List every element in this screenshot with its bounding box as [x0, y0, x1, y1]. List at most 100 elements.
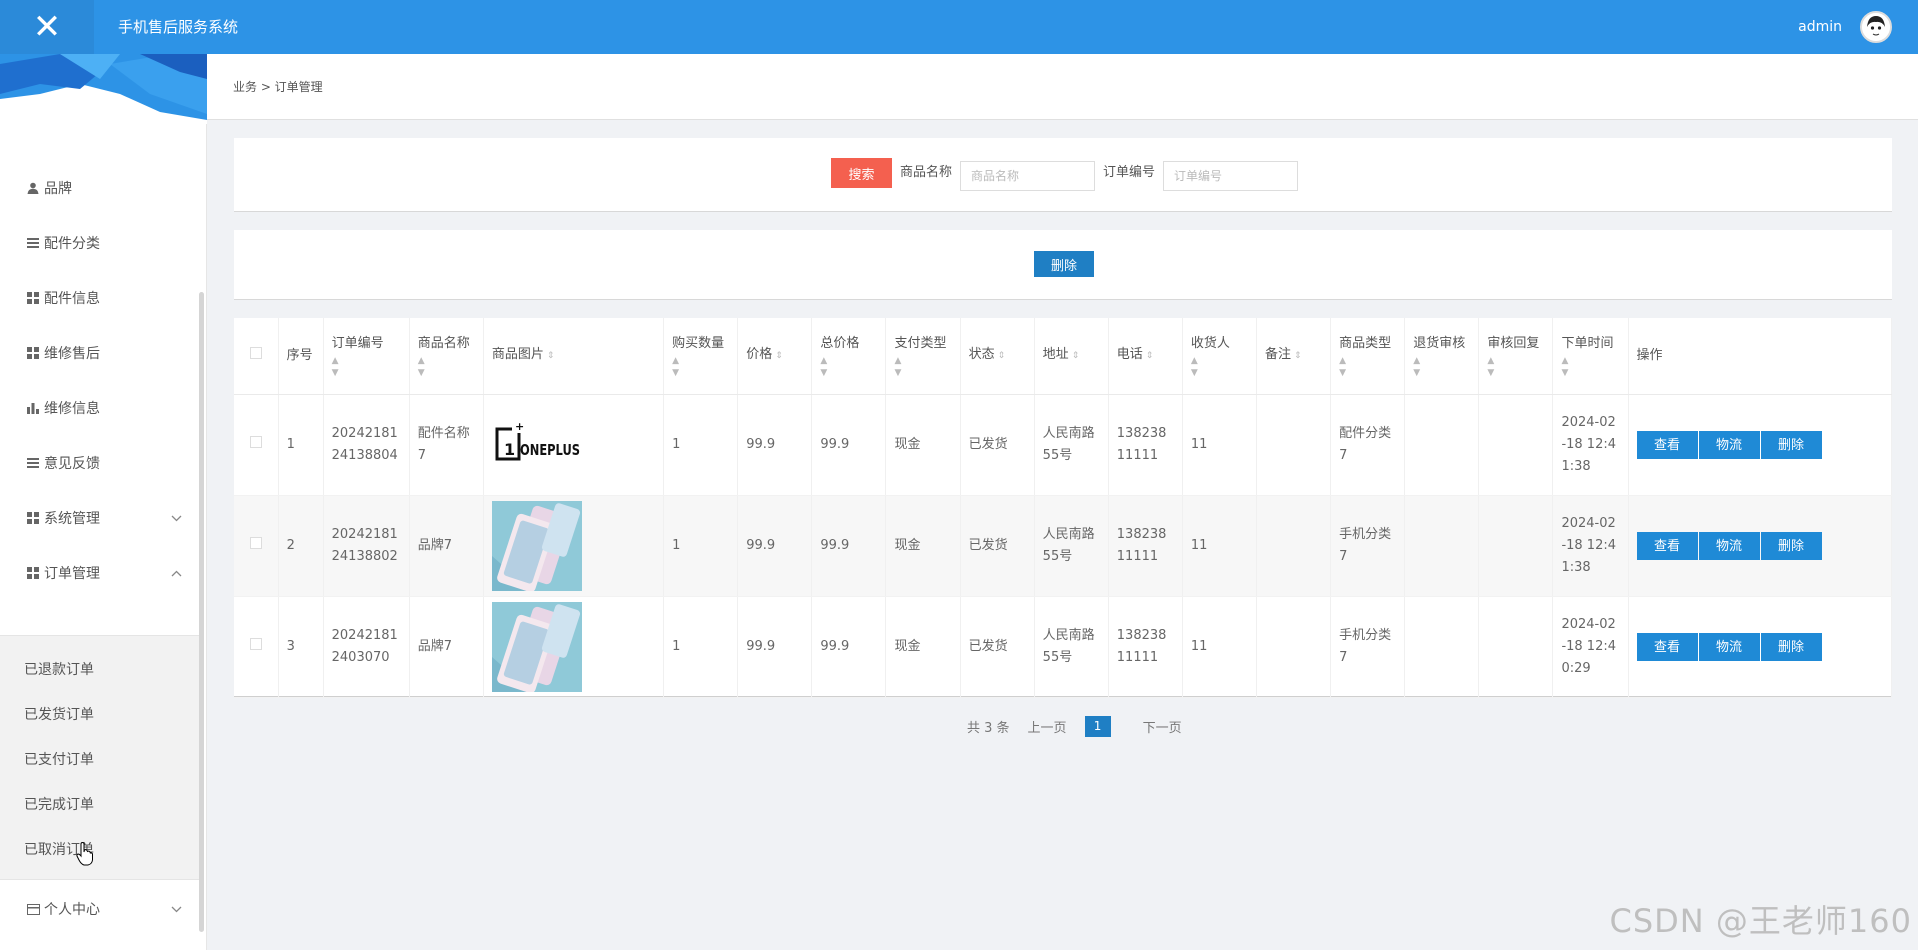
col-header[interactable]: 状态 ⇕	[960, 318, 1035, 395]
orders-table-panel: 序号 订单编号 ▲ ▼ 商品名称 ▲ ▼ 商品图片 ⇕ 购买数量 ▲ ▼ 价格 ⇕ 总价格 ▲ ▼ …	[234, 318, 1893, 698]
user-name[interactable]: admin	[1798, 0, 1842, 54]
col-header[interactable]: 商品图片 ⇕	[483, 318, 665, 395]
row-checkbox[interactable]	[249, 637, 262, 650]
logistics-button[interactable]: 物流	[1698, 632, 1760, 661]
col-header[interactable]: 退货审核 ▲ ▼	[1404, 318, 1480, 395]
sort-icon: ⇕	[1071, 351, 1080, 362]
cell-total: 99.9	[811, 394, 887, 496]
sidebar-item-repair-info[interactable]: 维修信息	[0, 388, 200, 428]
sidebar: 品牌 配件分类 配件信息 维修售后 维修信息 意见反馈 系统管理 订单管理 已退…	[0, 54, 207, 950]
submenu-item-paid[interactable]: 已支付订单	[24, 745, 94, 775]
chevron-down-icon	[171, 511, 182, 525]
select-all-checkbox[interactable]	[249, 346, 262, 359]
grid-icon	[26, 567, 40, 579]
sidebar-item-system[interactable]: 系统管理	[0, 498, 200, 538]
sidebar-item-parts-category[interactable]: 配件分类	[0, 223, 200, 263]
col-header[interactable]: 支付类型 ▲ ▼	[885, 318, 961, 395]
logistics-button[interactable]: 物流	[1698, 430, 1760, 459]
view-button[interactable]: 查看	[1636, 531, 1698, 560]
cell-address: 人民南路55号	[1034, 495, 1109, 597]
cell-address: 人民南路55号	[1034, 394, 1109, 496]
sidebar-item-profile[interactable]: 个人中心	[0, 889, 200, 929]
pagination: 共 3 条 上一页 1 下一页	[967, 714, 1200, 738]
next-page-link[interactable]: 下一页	[1143, 717, 1182, 736]
order-number-input[interactable]	[1163, 161, 1298, 191]
cell-phone: 13823811111	[1108, 596, 1183, 698]
order-number-label: 订单编号	[1103, 165, 1156, 180]
col-header[interactable]: 下单时间 ▲ ▼	[1552, 318, 1629, 395]
close-icon: ✕	[32, 7, 62, 47]
sidebar-item-orders[interactable]: 订单管理	[0, 553, 200, 593]
submenu-item-refunded[interactable]: 已退款订单	[24, 655, 94, 685]
col-header[interactable]: 收货人 ▲ ▼	[1182, 318, 1258, 395]
cell-phone: 13823811111	[1108, 495, 1183, 597]
col-header[interactable]: 电话 ⇕	[1108, 318, 1183, 395]
sort-icon: ▲ ▼	[331, 355, 339, 378]
logistics-button[interactable]: 物流	[1698, 531, 1760, 560]
row-checkbox[interactable]	[249, 536, 262, 549]
product-name-input[interactable]	[960, 161, 1095, 191]
orders-submenu: 已退款订单 已发货订单 已支付订单 已完成订单 已取消订单	[0, 635, 204, 880]
row-select-cell[interactable]	[234, 596, 279, 698]
sidebar-scrollbar[interactable]	[199, 292, 204, 932]
submenu-item-shipped[interactable]: 已发货订单	[24, 700, 94, 730]
col-header[interactable]: 审核回复 ▲ ▼	[1478, 318, 1554, 395]
prev-page-link[interactable]: 上一页	[1028, 717, 1067, 736]
select-all-cell[interactable]	[234, 318, 279, 395]
cell-return-review	[1404, 394, 1480, 496]
cell-qty: 1	[663, 495, 739, 597]
sidebar-item-label: 个人中心	[44, 902, 100, 918]
row-select-cell[interactable]	[234, 394, 279, 496]
sort-icon: ▲ ▼	[1561, 355, 1569, 378]
avatar[interactable]	[1860, 11, 1892, 43]
sidebar-item-feedback[interactable]: 意见反馈	[0, 443, 200, 483]
view-button[interactable]: 查看	[1636, 632, 1698, 661]
cell-pay-type: 现金	[885, 495, 961, 597]
breadcrumb: 业务 > 订单管理	[233, 80, 323, 94]
cell-status: 已发货	[960, 495, 1035, 597]
col-header[interactable]: 价格 ⇕	[737, 318, 813, 395]
cell-type: 配件分类7	[1330, 394, 1406, 496]
cell-image	[483, 495, 665, 597]
col-header[interactable]: 备注 ⇕	[1256, 318, 1332, 395]
submenu-item-completed[interactable]: 已完成订单	[24, 790, 94, 820]
bar-chart-icon	[26, 402, 40, 414]
row-select-cell[interactable]	[234, 495, 279, 597]
top-header: ✕ 手机售后服务系统 admin	[0, 0, 1918, 54]
product-image-phone	[491, 500, 582, 591]
col-header[interactable]: 商品名称 ▲ ▼	[409, 318, 484, 395]
list-icon	[26, 238, 40, 248]
col-header[interactable]: 地址 ⇕	[1034, 318, 1109, 395]
grid-icon	[26, 347, 40, 359]
breadcrumb-bar: 业务 > 订单管理	[207, 54, 1918, 120]
batch-delete-button[interactable]: 删除	[1034, 251, 1094, 277]
svg-text:ONEPLUS: ONEPLUS	[520, 441, 580, 459]
sidebar-item-parts-info[interactable]: 配件信息	[0, 278, 200, 318]
svg-text:1: 1	[504, 440, 515, 459]
table-row: 1 2024218124138804 配件名称7 1 + ONEPLUS 1 9…	[234, 394, 1893, 496]
col-header[interactable]: 订单编号 ▲ ▼	[323, 318, 410, 395]
watermark: CSDN @王老师160	[1609, 902, 1912, 940]
row-checkbox[interactable]	[249, 435, 262, 448]
sort-icon: ▲ ▼	[894, 355, 902, 378]
sidebar-item-repair-service[interactable]: 维修售后	[0, 333, 200, 373]
view-button[interactable]: 查看	[1636, 430, 1698, 459]
sort-icon: ▲ ▼	[1339, 355, 1347, 378]
delete-button[interactable]: 删除	[1760, 531, 1822, 560]
col-header[interactable]: 总价格 ▲ ▼	[811, 318, 887, 395]
cell-operations: 查看 物流 删除	[1628, 394, 1893, 496]
search-panel: 搜索 商品名称 订单编号	[234, 138, 1892, 212]
sidebar-item-brand[interactable]: 品牌	[0, 168, 200, 208]
sidebar-item-label: 品牌	[44, 181, 72, 197]
cell-no: 3	[278, 596, 324, 698]
orders-table: 序号 订单编号 ▲ ▼ 商品名称 ▲ ▼ 商品图片 ⇕ 购买数量 ▲ ▼ 价格 ⇕ 总价格 ▲ ▼ …	[234, 318, 1893, 698]
sidebar-item-label: 系统管理	[44, 511, 100, 527]
svg-text:+: +	[515, 420, 524, 433]
page-number-current[interactable]: 1	[1084, 715, 1111, 737]
search-button[interactable]: 搜索	[831, 158, 892, 188]
col-header[interactable]: 购买数量 ▲ ▼	[663, 318, 739, 395]
delete-button[interactable]: 删除	[1760, 430, 1822, 459]
col-header[interactable]: 商品类型 ▲ ▼	[1330, 318, 1406, 395]
close-button[interactable]: ✕	[0, 0, 94, 54]
delete-button[interactable]: 删除	[1760, 632, 1822, 661]
